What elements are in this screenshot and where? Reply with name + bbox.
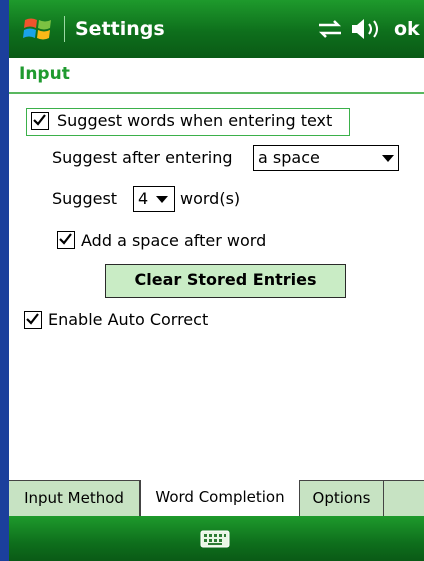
title-separator xyxy=(64,16,65,42)
app-title: Settings xyxy=(75,18,165,40)
suggest-count-dropdown[interactable]: 4 xyxy=(133,186,175,212)
checkmark-icon xyxy=(26,313,39,325)
suggest-count-prefix: Suggest xyxy=(52,189,118,208)
tab-input-method[interactable]: Input Method xyxy=(9,481,140,517)
suggest-after-label: Suggest after entering xyxy=(52,148,233,167)
suggest-words-checkbox[interactable] xyxy=(31,112,49,130)
window-left-edge xyxy=(0,0,9,561)
connectivity-icon[interactable] xyxy=(316,18,344,40)
keyboard-icon[interactable] xyxy=(200,530,230,548)
volume-icon[interactable] xyxy=(349,16,383,42)
windows-start-icon[interactable] xyxy=(23,14,53,44)
add-space-checkbox[interactable] xyxy=(57,231,75,249)
tab-word-completion[interactable]: Word Completion xyxy=(140,480,300,517)
chevron-down-icon xyxy=(156,196,168,203)
suggest-after-dropdown[interactable]: a space xyxy=(253,145,399,171)
ok-button[interactable]: ok xyxy=(394,18,420,40)
section-title: Input xyxy=(19,64,70,84)
section-header: Input xyxy=(9,58,424,94)
auto-correct-label: Enable Auto Correct xyxy=(48,310,209,329)
add-space-label: Add a space after word xyxy=(81,231,267,250)
auto-correct-checkbox[interactable] xyxy=(24,311,42,329)
title-bar: Settings ok xyxy=(9,0,424,58)
suggest-words-label: Suggest words when entering text xyxy=(57,111,333,130)
tab-bar: Input Method Word Completion Options xyxy=(9,480,424,517)
checkmark-icon xyxy=(59,233,72,245)
chevron-down-icon xyxy=(382,155,394,162)
suggest-after-value: a space xyxy=(258,148,320,167)
tab-options[interactable]: Options xyxy=(300,481,384,517)
suggest-count-suffix: word(s) xyxy=(180,189,241,208)
suggest-count-value: 4 xyxy=(138,189,149,208)
clear-stored-entries-button[interactable]: Clear Stored Entries xyxy=(105,264,346,298)
bottom-menu-bar xyxy=(9,516,424,561)
checkmark-icon xyxy=(33,114,46,126)
